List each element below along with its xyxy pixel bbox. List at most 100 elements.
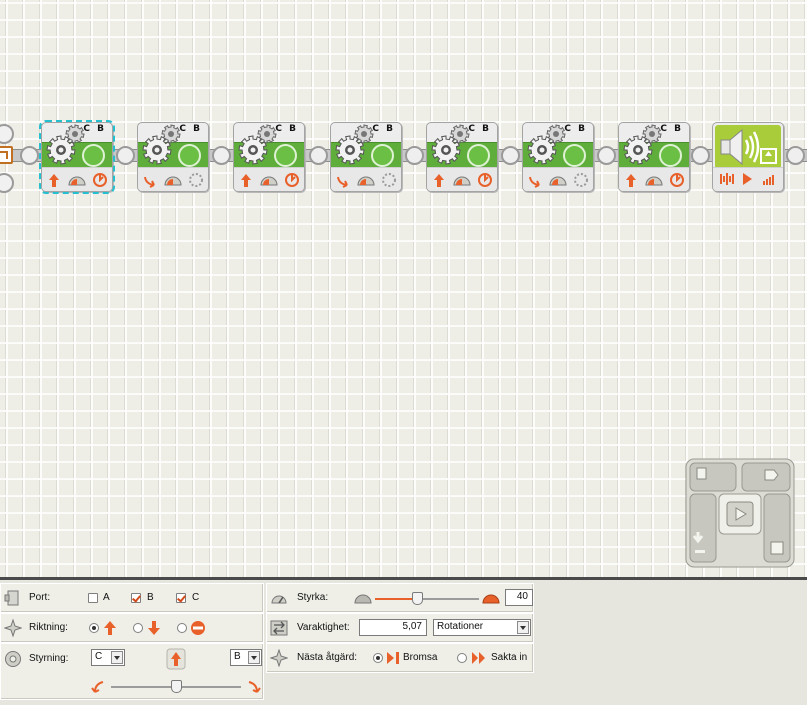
- move-block-footer: [42, 167, 112, 191]
- move-block[interactable]: C B: [330, 122, 402, 192]
- arrow-down-icon: [148, 621, 160, 635]
- chevron-down-icon[interactable]: [111, 651, 123, 664]
- brake-radio[interactable]: [373, 653, 383, 663]
- power-icon: [285, 173, 299, 187]
- arrow-up-icon: [626, 174, 636, 187]
- beam-connector: [309, 146, 328, 165]
- direction-label: Riktning:: [29, 622, 68, 633]
- steering-wheel-icon: [5, 651, 21, 667]
- arrow-down-icon: [144, 176, 155, 188]
- arrow-down-icon: [529, 176, 540, 188]
- duration-unit-select[interactable]: Rotationer: [433, 619, 531, 636]
- coast-icon: [472, 652, 485, 664]
- direction-backward-radio[interactable]: [133, 623, 143, 633]
- gears-icon: [238, 124, 277, 165]
- coast-icon: [189, 173, 203, 187]
- port-a-label: A: [103, 592, 110, 603]
- arrow-up-icon: [104, 621, 116, 635]
- sound-block-footer: [713, 167, 783, 191]
- port-c-label: C: [192, 592, 200, 603]
- steering-label: Styrning:: [29, 653, 69, 664]
- move-block[interactable]: C B: [522, 122, 594, 192]
- speed-icon: [645, 176, 663, 186]
- gears-icon: [623, 124, 662, 165]
- move-block-footer: [138, 167, 208, 191]
- chevron-down-icon[interactable]: [248, 651, 260, 664]
- power-value-input[interactable]: 40: [505, 589, 533, 606]
- port-a-checkbox[interactable]: [88, 593, 98, 603]
- start-connector-bottom: [0, 173, 14, 193]
- duration-arrows-icon: [270, 620, 288, 636]
- move-block[interactable]: C B: [426, 122, 498, 192]
- port-group: Port: A B C: [0, 583, 264, 613]
- duration-unit-value: Rotationer: [437, 621, 484, 632]
- power-icon: [670, 173, 684, 187]
- direction-group: Riktning:: [0, 613, 264, 643]
- gears-icon: [335, 124, 374, 165]
- coast-icon: [382, 173, 396, 187]
- duration-value-input[interactable]: 5,07: [359, 619, 427, 636]
- coast-label: Sakta in: [491, 652, 528, 663]
- arrow-up-icon: [241, 174, 251, 187]
- coast-icon: [574, 173, 588, 187]
- move-block[interactable]: C B: [618, 122, 690, 192]
- coast-radio[interactable]: [457, 653, 467, 663]
- steering-left-port-select[interactable]: C: [91, 649, 125, 666]
- arrow-down-icon: [337, 176, 348, 188]
- steering-left-port-value: C: [95, 651, 103, 662]
- brake-icon: [387, 652, 399, 664]
- direction-stop-radio[interactable]: [177, 623, 187, 633]
- power-label: Styrka:: [297, 592, 329, 603]
- properties-panel: Port: A B C Riktning: Styrning: C B Styr…: [0, 580, 807, 705]
- beam-connector: [20, 146, 39, 165]
- move-block-footer: [331, 167, 401, 191]
- speaker-icon: [720, 128, 777, 166]
- speed-icon: [357, 176, 375, 186]
- direction-forward-radio[interactable]: [89, 623, 99, 633]
- speed-icon: [164, 176, 182, 186]
- turn-left-icon: [91, 681, 104, 693]
- next-action-label: Nästa åtgärd:: [297, 652, 358, 663]
- move-block-footer: [619, 167, 689, 191]
- move-block-footer: [427, 167, 497, 191]
- chevron-down-icon[interactable]: [517, 621, 529, 634]
- gears-icon: [527, 124, 566, 165]
- move-block[interactable]: C B: [233, 122, 305, 192]
- nxt-controller: [685, 458, 795, 568]
- gears-icon: [431, 124, 470, 165]
- move-block[interactable]: C B: [137, 122, 209, 192]
- beam-connector: [786, 146, 805, 165]
- sound-block-header: [715, 125, 781, 169]
- compass-icon: [4, 619, 22, 637]
- power-slider-thumb[interactable]: [411, 592, 423, 605]
- straight-arrow-icon: [166, 648, 186, 670]
- move-block-footer: [523, 167, 593, 191]
- sound-block[interactable]: [712, 122, 784, 192]
- steering-slider-thumb[interactable]: [171, 680, 182, 693]
- move-block[interactable]: C B: [39, 120, 115, 194]
- steering-group: Styrning: C B: [0, 643, 264, 700]
- gears-icon: [142, 124, 181, 165]
- power-icon: [93, 173, 107, 187]
- speed-icon: [453, 176, 471, 186]
- port-icon: [4, 590, 19, 606]
- speed-icon: [68, 176, 86, 186]
- steering-right-port-value: B: [234, 651, 241, 662]
- brake-label: Bromsa: [403, 652, 438, 663]
- beam-connector: [501, 146, 520, 165]
- slow-turtle-icon: [354, 594, 372, 604]
- power-icon: [478, 173, 492, 187]
- power-group: Styrka: 40: [266, 583, 534, 613]
- speed-icon: [260, 176, 278, 186]
- power-slider-fill: [375, 598, 417, 600]
- start-connector-top: [0, 124, 14, 144]
- start-icon[interactable]: [0, 146, 13, 164]
- port-c-checkbox[interactable]: [176, 593, 186, 603]
- beam-connector: [116, 146, 135, 165]
- arrow-up-icon: [49, 174, 59, 187]
- program-canvas[interactable]: C BC BC BC BC BC BC B: [0, 0, 807, 577]
- port-label: Port:: [29, 592, 51, 603]
- turn-right-icon: [248, 681, 261, 693]
- steering-right-port-select[interactable]: B: [230, 649, 262, 666]
- port-b-checkbox[interactable]: [131, 593, 141, 603]
